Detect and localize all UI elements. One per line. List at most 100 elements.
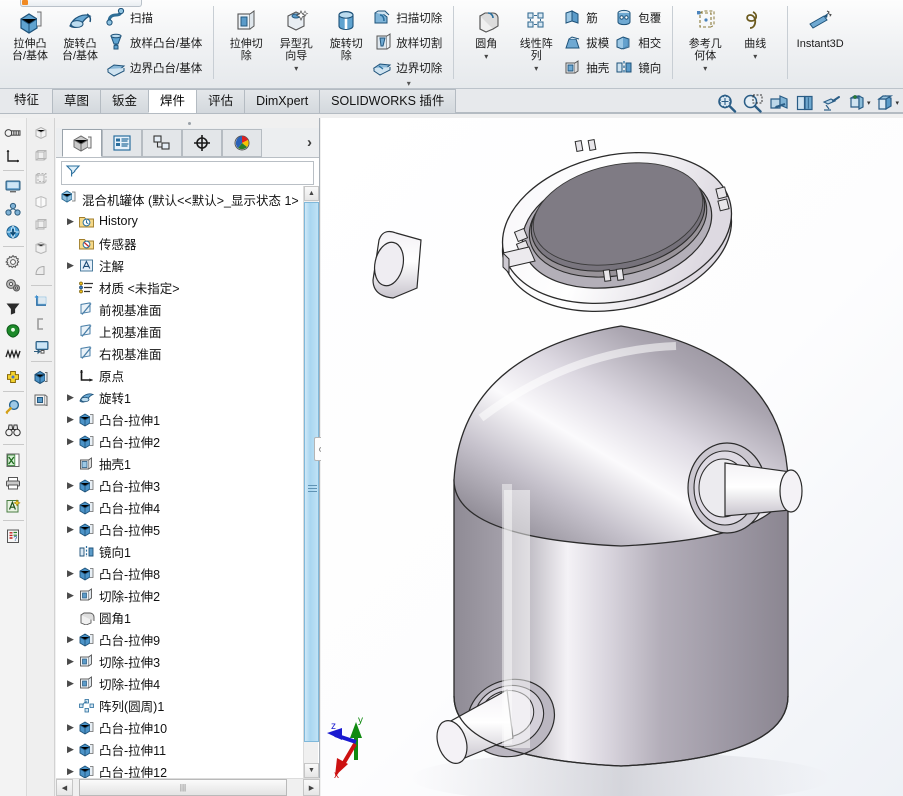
scroll-right-button[interactable]: ▶ [303, 779, 320, 796]
hide-show-caret-icon[interactable]: ▾ [867, 99, 871, 107]
window-restore-chip[interactable] [20, 0, 142, 7]
sketch-entity-icon[interactable] [29, 312, 53, 335]
expand-arrow-icon[interactable]: ▶ [64, 496, 77, 518]
tab-SOLIDWORKS-插件[interactable]: SOLIDWORKS 插件 [319, 89, 457, 113]
graphics-viewport[interactable] [321, 118, 903, 796]
dropdown-caret-icon[interactable]: ▾ [534, 64, 538, 73]
yellow-cross-icon[interactable] [1, 365, 25, 388]
cut-feature-icon[interactable] [29, 388, 53, 411]
fastener-icon[interactable] [1, 121, 25, 144]
ribbon-button-sweep[interactable]: 扫描 [105, 5, 206, 30]
expand-arrow-icon[interactable]: ▶ [64, 584, 77, 606]
feature-tree-tab[interactable] [62, 128, 102, 157]
tree-item[interactable]: ▶ 凸台-拉伸4 [56, 496, 319, 518]
ribbon-button-fillet[interactable]: 圆角 ▾ [461, 2, 511, 89]
tab-评估[interactable]: 评估 [196, 89, 246, 113]
ribbon-button-reference-geometry[interactable]: 参考几 何体 ▾ [680, 2, 730, 89]
dropdown-caret-icon[interactable]: ▾ [484, 52, 488, 61]
tab-焊件[interactable]: 焊件 [148, 89, 198, 113]
ribbon-button-instant3d[interactable]: Instant3D [795, 2, 845, 89]
axis-icon[interactable] [1, 144, 25, 167]
scroll-thumb-horizontal[interactable]: ||| [79, 779, 287, 796]
expand-panel-chevron-icon[interactable]: › [307, 134, 312, 151]
annotation-new-icon[interactable] [1, 494, 25, 517]
configuration-manager-tab[interactable] [142, 128, 182, 157]
scroll-left-button[interactable]: ◀ [56, 779, 73, 796]
ribbon-button-wrap[interactable]: 包覆 [613, 5, 665, 30]
dropdown-caret-icon[interactable]: ▾ [294, 64, 298, 73]
tree-item[interactable]: ▶ 凸台-拉伸11 [56, 738, 319, 760]
tree-item[interactable]: 圆角1 [56, 606, 319, 628]
expand-arrow-icon[interactable]: ▶ [64, 716, 77, 738]
tree-item[interactable]: ▶ 凸台-拉伸5 [56, 518, 319, 540]
tree-item[interactable]: ▶ 凸台-拉伸2 [56, 430, 319, 452]
display-monitor-icon[interactable] [1, 174, 25, 197]
display-manager-tab[interactable] [222, 128, 262, 157]
ribbon-button-intersect[interactable]: 相交 [613, 30, 665, 55]
tree-item[interactable]: ▶ 凸台-拉伸1 [56, 408, 319, 430]
ribbon-button-loft-boss[interactable]: 放样凸台/基体 [105, 30, 206, 55]
ribbon-button-boundary-boss[interactable]: 边界凸台/基体 [105, 55, 206, 80]
view-cube-wire-icon[interactable] [29, 144, 53, 167]
ribbon-button-draft[interactable]: 拔模 [561, 30, 613, 55]
tree-item[interactable]: ▶ History [56, 210, 319, 232]
expand-arrow-icon[interactable]: ▶ [64, 408, 77, 430]
ribbon-button-shell[interactable]: 抽壳 [561, 55, 613, 80]
tree-item[interactable]: ▶ 切除-拉伸3 [56, 650, 319, 672]
tree-item[interactable]: 材质 <未指定> [56, 276, 319, 298]
tree-item[interactable]: ▶ 凸台-拉伸9 [56, 628, 319, 650]
tank-model-3d[interactable] [321, 118, 903, 796]
view-cube-hidden-icon[interactable] [29, 167, 53, 190]
assembly-icon[interactable] [1, 197, 25, 220]
feature-tree[interactable]: 混合机罐体 (默认<<默认>_显示状态 1> ▶ History 传感器 ▶ 注解 材质 … [56, 188, 319, 778]
gear-icon[interactable] [1, 250, 25, 273]
tree-item[interactable]: 传感器 [56, 232, 319, 254]
tree-item[interactable]: ▶ 凸台-拉伸8 [56, 562, 319, 584]
view-cube-wire2-icon[interactable] [29, 213, 53, 236]
expand-arrow-icon[interactable]: ▶ [64, 474, 77, 496]
appearances-caret-icon[interactable]: ▾ [895, 99, 899, 107]
excel-sheet-icon[interactable] [1, 448, 25, 471]
tree-item[interactable]: ▶ 凸台-拉伸3 [56, 474, 319, 496]
hscroll-track[interactable]: ||| [73, 779, 303, 796]
tree-vertical-scrollbar[interactable]: ▲ ▼ [303, 186, 319, 778]
ribbon-button-sweep-cut[interactable]: 扫描切除 [371, 5, 446, 30]
expand-arrow-icon[interactable]: ▶ [64, 518, 77, 540]
scroll-up-button[interactable]: ▲ [304, 186, 319, 201]
tree-item[interactable]: 镜向1 [56, 540, 319, 562]
dropdown-caret-icon[interactable]: ▾ [753, 52, 757, 61]
ribbon-button-rib[interactable]: 筋 [561, 5, 613, 30]
zoom-to-fit-icon[interactable] [716, 93, 738, 113]
dropdown-caret-icon[interactable]: ▾ [703, 64, 707, 73]
tree-item[interactable]: ▶ 凸台-拉伸10 [56, 716, 319, 738]
expand-arrow-icon[interactable]: ▶ [64, 562, 77, 584]
tab-草图[interactable]: 草图 [52, 89, 102, 113]
zoom-to-area-icon[interactable] [742, 93, 764, 113]
tree-item[interactable]: ▶ 凸台-拉伸12 [56, 760, 319, 778]
globe-download-icon[interactable] [1, 220, 25, 243]
green-shield-icon[interactable] [1, 319, 25, 342]
view-orientation-icon[interactable] [794, 93, 816, 113]
view-cube-iso-icon[interactable] [29, 121, 53, 144]
expand-arrow-icon[interactable]: ▶ [64, 210, 77, 232]
ribbon-button-mirror[interactable]: 镜向 [613, 55, 665, 80]
expand-arrow-icon[interactable]: ▶ [64, 760, 77, 778]
hide-show-items-icon[interactable]: ▾ [846, 93, 871, 113]
tree-item[interactable]: 前视基准面 [56, 298, 319, 320]
expand-arrow-icon[interactable]: ▶ [64, 672, 77, 694]
ribbon-button-revolve-boss[interactable]: 旋转凸 台/基体 [55, 2, 105, 89]
scroll-down-button[interactable]: ▼ [304, 763, 319, 778]
dimxpert-manager-tab[interactable] [182, 128, 222, 157]
expand-arrow-icon[interactable]: ▶ [64, 254, 77, 276]
display-style-icon[interactable] [820, 93, 842, 113]
ribbon-button-loft-cut[interactable]: 放样切割 [371, 30, 446, 55]
solid-body-icon[interactable] [29, 365, 53, 388]
spring-icon[interactable] [1, 342, 25, 365]
expand-arrow-icon[interactable]: ▶ [64, 430, 77, 452]
new-sketch-icon[interactable] [29, 289, 53, 312]
printer-icon[interactable] [1, 471, 25, 494]
tree-root-item[interactable]: 混合机罐体 (默认<<默认>_显示状态 1> [56, 188, 319, 210]
tab-DimXpert[interactable]: DimXpert [244, 89, 321, 113]
tree-item[interactable]: 上视基准面 [56, 320, 319, 342]
expand-arrow-icon[interactable]: ▶ [64, 738, 77, 760]
